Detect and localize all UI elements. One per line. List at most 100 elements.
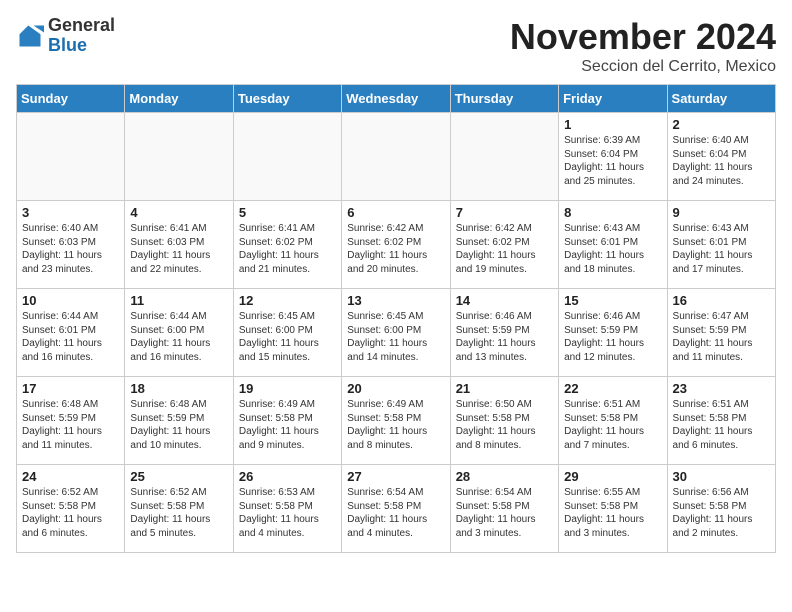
- calendar-day: 29 Sunrise: 6:55 AM Sunset: 5:58 PM Dayli…: [559, 465, 667, 553]
- day-number: 6: [347, 205, 444, 220]
- calendar-day: 26Sunrise: 6:53 AM Sunset: 5:58 PM Dayli…: [233, 465, 341, 553]
- calendar-day: [342, 113, 450, 201]
- calendar-day: 3 Sunrise: 6:40 AM Sunset: 6:03 PM Daylig…: [17, 201, 125, 289]
- logo-text: General Blue: [48, 16, 115, 56]
- calendar-day: 10 Sunrise: 6:44 AM Sunset: 6:01 PM Dayli…: [17, 289, 125, 377]
- day-detail: Sunrise: 6:52 AM Sunset: 5:58 PM Dayligh…: [130, 486, 227, 540]
- day-detail: Sunrise: 6:42 AM Sunset: 6:02 PM Dayligh…: [347, 222, 444, 276]
- weekday-header: Tuesday: [233, 85, 341, 113]
- day-detail: Sunrise: 6:43 AM Sunset: 6:01 PM Dayligh…: [564, 222, 661, 276]
- day-number: 16: [673, 293, 770, 308]
- weekday-header: Wednesday: [342, 85, 450, 113]
- day-detail: Sunrise: 6:54 AM Sunset: 5:58 PM Dayligh…: [347, 486, 444, 540]
- weekday-header: Friday: [559, 85, 667, 113]
- calendar-day: 2Sunrise: 6:40 AM Sunset: 6:04 PM Daylig…: [667, 113, 775, 201]
- day-detail: Sunrise: 6:48 AM Sunset: 5:59 PM Dayligh…: [130, 398, 227, 452]
- calendar-body: 1Sunrise: 6:39 AM Sunset: 6:04 PM Daylig…: [17, 113, 776, 553]
- calendar-day: [233, 113, 341, 201]
- calendar-day: 12Sunrise: 6:45 AM Sunset: 6:00 PM Dayli…: [233, 289, 341, 377]
- calendar-day: 16 Sunrise: 6:47 AM Sunset: 5:59 PM Dayli…: [667, 289, 775, 377]
- day-detail: Sunrise: 6:41 AM Sunset: 6:02 PM Dayligh…: [239, 222, 336, 276]
- calendar-week-row: 24Sunrise: 6:52 AM Sunset: 5:58 PM Dayli…: [17, 465, 776, 553]
- calendar-day: 4 Sunrise: 6:41 AM Sunset: 6:03 PM Daylig…: [125, 201, 233, 289]
- calendar-day: 11 Sunrise: 6:44 AM Sunset: 6:00 PM Dayli…: [125, 289, 233, 377]
- calendar-header: SundayMondayTuesdayWednesdayThursdayFrid…: [17, 85, 776, 113]
- calendar-day: 30 Sunrise: 6:56 AM Sunset: 5:58 PM Dayli…: [667, 465, 775, 553]
- day-detail: Sunrise: 6:47 AM Sunset: 5:59 PM Dayligh…: [673, 310, 770, 364]
- day-detail: Sunrise: 6:50 AM Sunset: 5:58 PM Dayligh…: [456, 398, 553, 452]
- day-number: 22: [564, 381, 661, 396]
- day-number: 10: [22, 293, 119, 308]
- month-title: November 2024: [510, 16, 776, 58]
- calendar-day: 23Sunrise: 6:51 AM Sunset: 5:58 PM Dayli…: [667, 377, 775, 465]
- day-number: 5: [239, 205, 336, 220]
- day-detail: Sunrise: 6:40 AM Sunset: 6:03 PM Dayligh…: [22, 222, 119, 276]
- calendar-day: 8Sunrise: 6:43 AM Sunset: 6:01 PM Daylig…: [559, 201, 667, 289]
- day-number: 7: [456, 205, 553, 220]
- calendar-day: 6 Sunrise: 6:42 AM Sunset: 6:02 PM Daylig…: [342, 201, 450, 289]
- day-detail: Sunrise: 6:45 AM Sunset: 6:00 PM Dayligh…: [239, 310, 336, 364]
- logo: General Blue: [16, 16, 115, 56]
- weekday-row: SundayMondayTuesdayWednesdayThursdayFrid…: [17, 85, 776, 113]
- day-detail: Sunrise: 6:53 AM Sunset: 5:58 PM Dayligh…: [239, 486, 336, 540]
- weekday-header: Monday: [125, 85, 233, 113]
- day-detail: Sunrise: 6:51 AM Sunset: 5:58 PM Dayligh…: [564, 398, 661, 452]
- day-detail: Sunrise: 6:56 AM Sunset: 5:58 PM Dayligh…: [673, 486, 770, 540]
- day-detail: Sunrise: 6:42 AM Sunset: 6:02 PM Dayligh…: [456, 222, 553, 276]
- day-number: 11: [130, 293, 227, 308]
- calendar-day: 9 Sunrise: 6:43 AM Sunset: 6:01 PM Daylig…: [667, 201, 775, 289]
- logo-general: General: [48, 15, 115, 35]
- calendar-day: 20 Sunrise: 6:49 AM Sunset: 5:58 PM Dayli…: [342, 377, 450, 465]
- day-number: 14: [456, 293, 553, 308]
- day-number: 29: [564, 469, 661, 484]
- day-detail: Sunrise: 6:51 AM Sunset: 5:58 PM Dayligh…: [673, 398, 770, 452]
- day-detail: Sunrise: 6:48 AM Sunset: 5:59 PM Dayligh…: [22, 398, 119, 452]
- weekday-header: Thursday: [450, 85, 558, 113]
- day-detail: Sunrise: 6:54 AM Sunset: 5:58 PM Dayligh…: [456, 486, 553, 540]
- title-block: November 2024 Seccion del Cerrito, Mexic…: [510, 16, 776, 76]
- calendar-day: [450, 113, 558, 201]
- day-detail: Sunrise: 6:46 AM Sunset: 5:59 PM Dayligh…: [456, 310, 553, 364]
- calendar-week-row: 10 Sunrise: 6:44 AM Sunset: 6:01 PM Dayli…: [17, 289, 776, 377]
- day-number: 1: [564, 117, 661, 132]
- day-number: 21: [456, 381, 553, 396]
- calendar-day: [17, 113, 125, 201]
- day-detail: Sunrise: 6:49 AM Sunset: 5:58 PM Dayligh…: [347, 398, 444, 452]
- day-detail: Sunrise: 6:49 AM Sunset: 5:58 PM Dayligh…: [239, 398, 336, 452]
- day-number: 30: [673, 469, 770, 484]
- day-number: 18: [130, 381, 227, 396]
- day-detail: Sunrise: 6:55 AM Sunset: 5:58 PM Dayligh…: [564, 486, 661, 540]
- day-detail: Sunrise: 6:45 AM Sunset: 6:00 PM Dayligh…: [347, 310, 444, 364]
- calendar-day: 19Sunrise: 6:49 AM Sunset: 5:58 PM Dayli…: [233, 377, 341, 465]
- day-detail: Sunrise: 6:52 AM Sunset: 5:58 PM Dayligh…: [22, 486, 119, 540]
- calendar-day: 22 Sunrise: 6:51 AM Sunset: 5:58 PM Dayli…: [559, 377, 667, 465]
- calendar-day: 7 Sunrise: 6:42 AM Sunset: 6:02 PM Daylig…: [450, 201, 558, 289]
- calendar-day: 17Sunrise: 6:48 AM Sunset: 5:59 PM Dayli…: [17, 377, 125, 465]
- weekday-header: Saturday: [667, 85, 775, 113]
- day-detail: Sunrise: 6:43 AM Sunset: 6:01 PM Dayligh…: [673, 222, 770, 276]
- day-number: 15: [564, 293, 661, 308]
- calendar-day: 28Sunrise: 6:54 AM Sunset: 5:58 PM Dayli…: [450, 465, 558, 553]
- day-number: 9: [673, 205, 770, 220]
- calendar-day: 14 Sunrise: 6:46 AM Sunset: 5:59 PM Dayli…: [450, 289, 558, 377]
- calendar-week-row: 3 Sunrise: 6:40 AM Sunset: 6:03 PM Daylig…: [17, 201, 776, 289]
- day-detail: Sunrise: 6:46 AM Sunset: 5:59 PM Dayligh…: [564, 310, 661, 364]
- location: Seccion del Cerrito, Mexico: [510, 58, 776, 76]
- day-detail: Sunrise: 6:44 AM Sunset: 6:00 PM Dayligh…: [130, 310, 227, 364]
- calendar-day: 24Sunrise: 6:52 AM Sunset: 5:58 PM Dayli…: [17, 465, 125, 553]
- day-number: 13: [347, 293, 444, 308]
- day-number: 3: [22, 205, 119, 220]
- calendar-day: 21 Sunrise: 6:50 AM Sunset: 5:58 PM Dayli…: [450, 377, 558, 465]
- calendar-day: 18 Sunrise: 6:48 AM Sunset: 5:59 PM Dayli…: [125, 377, 233, 465]
- page-header: General Blue November 2024 Seccion del C…: [16, 16, 776, 76]
- day-number: 4: [130, 205, 227, 220]
- day-detail: Sunrise: 6:41 AM Sunset: 6:03 PM Dayligh…: [130, 222, 227, 276]
- weekday-header: Sunday: [17, 85, 125, 113]
- day-detail: Sunrise: 6:44 AM Sunset: 6:01 PM Dayligh…: [22, 310, 119, 364]
- calendar-day: 27Sunrise: 6:54 AM Sunset: 5:58 PM Dayli…: [342, 465, 450, 553]
- day-number: 20: [347, 381, 444, 396]
- calendar-day: 5 Sunrise: 6:41 AM Sunset: 6:02 PM Daylig…: [233, 201, 341, 289]
- day-number: 25: [130, 469, 227, 484]
- calendar-week-row: 17Sunrise: 6:48 AM Sunset: 5:59 PM Dayli…: [17, 377, 776, 465]
- logo-icon: [16, 22, 44, 50]
